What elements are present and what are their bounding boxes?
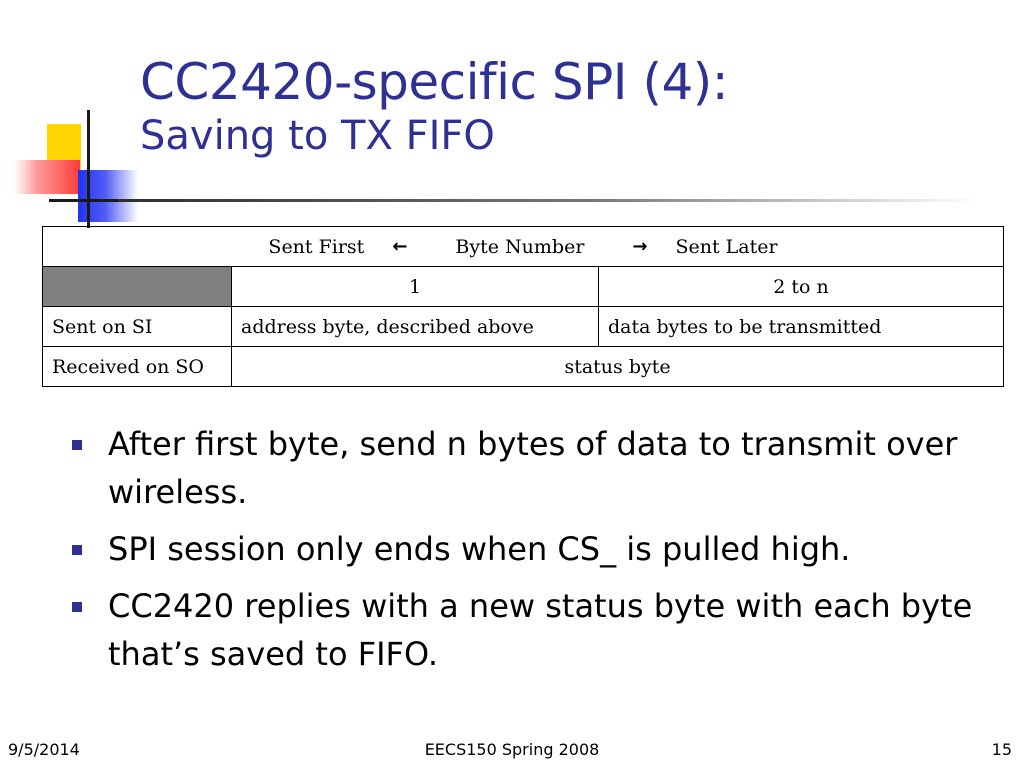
- red-square: [14, 160, 80, 194]
- bullet-square-icon: [72, 602, 82, 612]
- byte-number-label: Byte Number: [455, 235, 585, 258]
- title-rule: [118, 199, 978, 202]
- sent-first-label: Sent First: [268, 235, 365, 258]
- footer-course: EECS150 Spring 2008: [424, 740, 600, 759]
- title-main: CC2420-specific SPI (4):: [140, 53, 729, 111]
- table-row: 1 2 to n: [42, 266, 1005, 307]
- table-cell: status byte: [230, 346, 1005, 387]
- table-cell: address byte, described above: [231, 306, 599, 347]
- col-header-2: 2 to n: [597, 266, 1005, 307]
- shaded-cell: [42, 266, 232, 307]
- bullet-square-icon: [72, 440, 82, 450]
- row-label-si: Sent on SI: [42, 306, 232, 347]
- left-arrow-icon: ←: [392, 236, 408, 257]
- bullet-text: CC2420 replies with a new status byte wi…: [108, 587, 973, 673]
- title-subtitle: Saving to TX FIFO: [140, 113, 495, 159]
- bullet-list: After first byte, send n bytes of data t…: [70, 420, 990, 687]
- right-arrow-icon: →: [632, 236, 648, 257]
- bullet-text: SPI session only ends when CS_ is pulled…: [108, 530, 851, 568]
- table-row: Received on SO status byte: [42, 346, 1005, 387]
- sent-later-label: Sent Later: [675, 235, 778, 258]
- slide-title: CC2420-specific SPI (4): Saving to TX FI…: [140, 52, 1000, 160]
- list-item: SPI session only ends when CS_ is pulled…: [70, 525, 990, 573]
- footer-page-number: 15: [991, 740, 1012, 759]
- decorative-logo: [0, 0, 160, 240]
- col-header-1: 1: [231, 266, 599, 307]
- table-row: Sent on SI address byte, described above…: [42, 306, 1005, 347]
- byte-order-header: Sent First ← Byte Number → Sent Later: [41, 226, 1005, 267]
- vertical-line: [87, 110, 90, 228]
- spi-table: Sent First ← Byte Number → Sent Later 1 …: [41, 226, 1005, 387]
- bullet-text: After first byte, send n bytes of data t…: [108, 425, 958, 511]
- table-header-row: Sent First ← Byte Number → Sent Later: [41, 226, 1005, 267]
- row-label-so: Received on SO: [42, 346, 232, 387]
- list-item: After first byte, send n bytes of data t…: [70, 420, 990, 516]
- list-item: CC2420 replies with a new status byte wi…: [70, 582, 990, 678]
- bullet-square-icon: [72, 545, 82, 555]
- table-cell: data bytes to be transmitted: [597, 306, 1005, 347]
